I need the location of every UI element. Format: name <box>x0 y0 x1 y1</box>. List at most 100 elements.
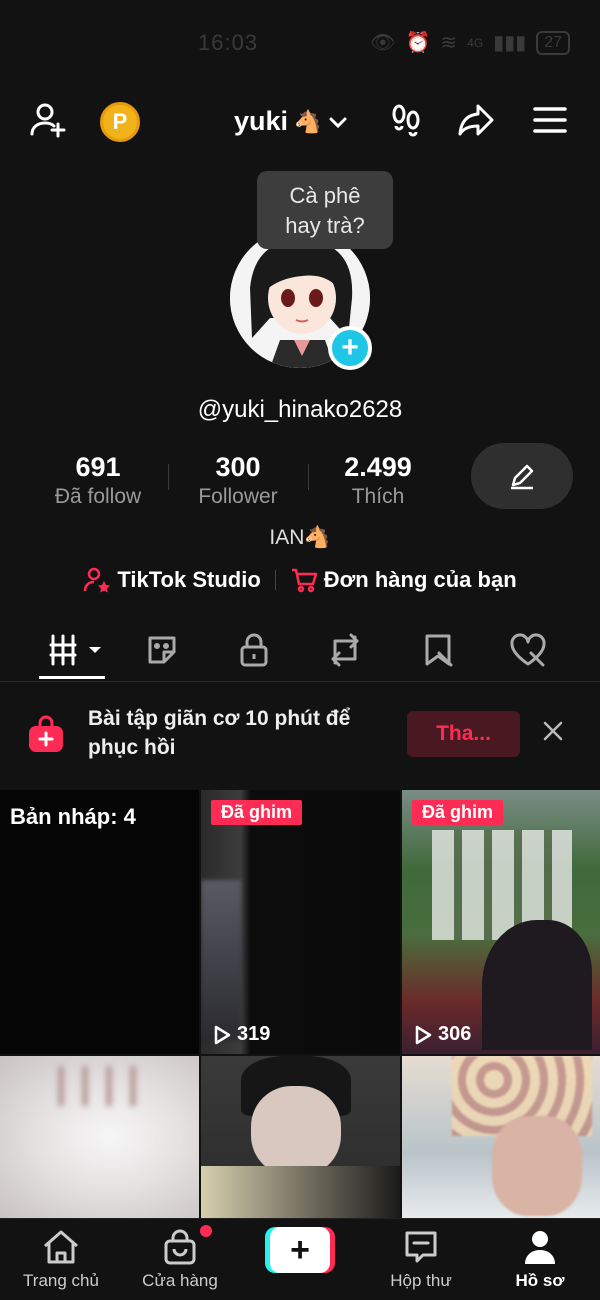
stat-following[interactable]: 691 Đã follow <box>28 452 168 509</box>
nav-shop[interactable]: Cửa hàng <box>125 1229 235 1291</box>
play-icon <box>214 1025 231 1044</box>
footprints-icon <box>392 104 420 137</box>
alarm-icon: ⏰ <box>405 32 431 54</box>
promo-banner[interactable]: Bài tập giãn cơ 10 phút để phục hồi Tha.… <box>0 690 600 785</box>
wifi-icon: ≋ <box>440 32 458 54</box>
stat-label: Đã follow <box>54 485 142 508</box>
play-icon <box>415 1025 432 1044</box>
links-divider <box>274 570 276 590</box>
home-icon <box>44 1230 78 1264</box>
orders-link[interactable]: Đơn hàng của bạn <box>290 567 517 593</box>
tiktok-studio-label: TikTok Studio <box>117 567 261 592</box>
coins-button[interactable]: P <box>100 102 140 142</box>
bookmark-hidden-icon <box>425 634 453 667</box>
video-thumbnail[interactable] <box>402 1056 600 1218</box>
profile-header: P yuki 🐴 <box>0 92 600 152</box>
username-label: yuki <box>234 106 289 136</box>
nav-inbox[interactable]: Hộp thư <box>366 1229 476 1291</box>
tab-videos[interactable] <box>44 628 108 672</box>
add-story-button[interactable]: + <box>328 326 372 370</box>
shopping-bag-icon <box>29 715 63 752</box>
promo-text: Bài tập giãn cơ 10 phút để phục hồi <box>88 707 351 759</box>
stat-followers[interactable]: 300 Follower <box>168 452 308 509</box>
tab-private[interactable] <box>224 628 284 672</box>
status-bar: 16:03 👁 ⏰ ≋ 4G ▮▮▮ 27 <box>0 0 600 88</box>
tab-reposts[interactable] <box>315 628 375 672</box>
profile-handle: @yuki_hinako2628 <box>197 396 403 423</box>
inbox-icon <box>405 1231 437 1263</box>
nav-inbox-label: Hộp thư <box>390 1271 452 1290</box>
stat-label: Thích <box>351 485 405 508</box>
sticker-icon <box>148 636 176 664</box>
thumbnail-face <box>492 1116 582 1216</box>
nav-shop-label: Cửa hàng <box>142 1271 218 1290</box>
nav-home[interactable]: Trang chủ <box>6 1229 116 1291</box>
tab-favorites[interactable] <box>408 628 468 672</box>
thumbnail-blur <box>40 1066 150 1106</box>
stat-value: 2.499 <box>344 452 412 482</box>
footprints-button[interactable] <box>384 98 428 142</box>
cart-icon <box>291 568 318 593</box>
plus-icon: + <box>341 331 359 364</box>
note-line-2: hay trà? <box>285 213 365 238</box>
note-line-1: Cà phê <box>289 183 361 208</box>
repost-icon <box>331 633 359 667</box>
thumbnail-figure <box>482 920 592 1050</box>
thumbnail-shirt <box>201 1166 400 1218</box>
tiktok-studio-link[interactable]: TikTok Studio <box>83 567 261 593</box>
video-thumbnail[interactable]: Đã ghim 319 <box>201 790 400 1054</box>
profile-bio: IAN🐴 <box>269 526 331 549</box>
shopping-bag-icon <box>164 1229 196 1265</box>
stat-label: Follower <box>198 485 278 508</box>
eye-icon: 👁 <box>370 32 396 54</box>
grid-videos-icon <box>49 634 101 666</box>
account-switcher[interactable]: yuki 🐴 <box>234 106 349 137</box>
creator-icon <box>84 567 111 593</box>
nav-profile[interactable]: Hồ sơ <box>485 1229 595 1291</box>
profile-links: TikTok Studio Đơn hàng của bạn <box>0 567 600 593</box>
video-thumbnail[interactable]: Đã ghim 306 <box>402 790 600 1054</box>
video-thumbnail[interactable] <box>0 1056 199 1218</box>
pinned-badge: Đã ghim <box>412 800 504 825</box>
signal-label: 4G <box>467 35 484 50</box>
view-count-value: 319 <box>237 1023 271 1045</box>
edit-profile-button[interactable] <box>471 443 573 509</box>
hamburger-menu-icon <box>533 107 567 133</box>
share-icon <box>458 104 494 136</box>
view-count: 319 <box>213 1023 270 1046</box>
stat-likes[interactable]: 2.499 Thích <box>308 452 448 509</box>
chevron-down-icon <box>329 117 347 128</box>
battery-indicator: 27 <box>536 30 570 55</box>
menu-button[interactable] <box>528 98 572 142</box>
heart-hidden-icon <box>510 633 546 667</box>
username-emoji: 🐴 <box>294 108 322 134</box>
promo-join-button[interactable]: Tha... <box>407 711 520 757</box>
pinned-badge: Đã ghim <box>211 800 303 825</box>
drafts-label: Bản nháp: 4 <box>10 804 136 829</box>
promo-close-button[interactable] <box>538 716 568 746</box>
tab-stickers[interactable] <box>132 628 192 672</box>
stat-value: 691 <box>75 452 121 482</box>
profile-stats: 691 Đã follow 300 Follower 2.499 Thích <box>28 452 448 509</box>
status-time: 16:03 <box>198 30 259 55</box>
thumbnail-face <box>251 1086 341 1176</box>
orders-label: Đơn hàng của bạn <box>323 567 517 592</box>
drafts-tile[interactable]: Bản nháp: 4 <box>0 790 199 1054</box>
active-tab-indicator <box>39 676 105 679</box>
create-video-button[interactable]: + <box>265 1227 335 1273</box>
video-thumbnail[interactable] <box>201 1056 400 1218</box>
share-profile-button[interactable] <box>454 98 498 142</box>
lock-icon <box>240 633 268 667</box>
tab-liked[interactable] <box>498 628 558 672</box>
close-icon <box>543 721 563 741</box>
add-person-icon <box>30 103 66 138</box>
thumbnail-blur <box>201 880 241 1040</box>
signal-icon: ▮▮▮ <box>493 32 527 54</box>
bottom-navigation: Trang chủ Cửa hàng + Hộp thư Hồ sơ <box>0 1218 600 1300</box>
profile-note-bubble[interactable]: Cà phê hay trà? <box>257 171 393 249</box>
add-friend-button[interactable] <box>26 98 70 142</box>
profile-icon <box>525 1231 555 1264</box>
stat-value: 300 <box>215 452 261 482</box>
nav-profile-label: Hồ sơ <box>515 1271 565 1290</box>
status-icons: 👁 ⏰ ≋ 4G ▮▮▮ 27 <box>370 30 570 55</box>
